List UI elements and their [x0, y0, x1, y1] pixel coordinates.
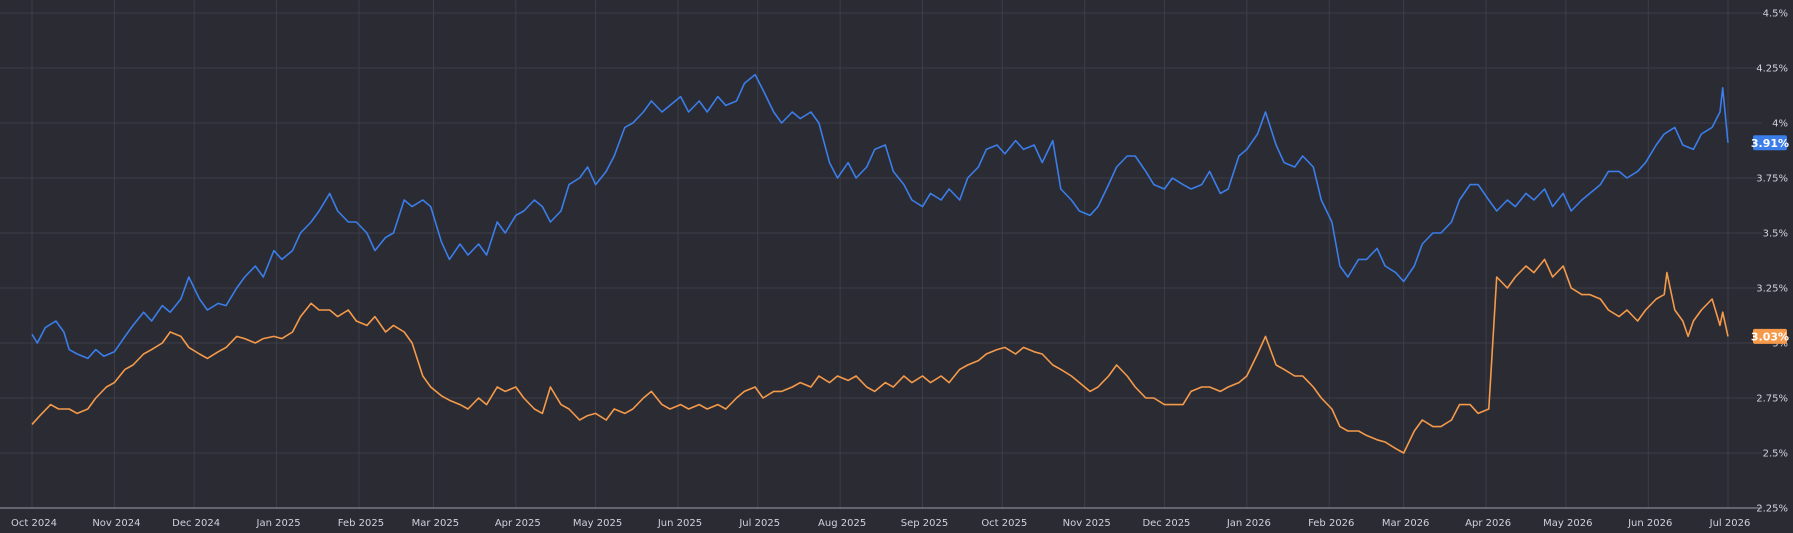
x-tick-label: Jul 2026 — [1709, 518, 1751, 529]
last-value-label: 3.03% — [1751, 330, 1789, 343]
x-tick-label: Oct 2024 — [11, 518, 57, 529]
x-tick-label: May 2025 — [573, 518, 622, 529]
y-tick-label: 4.5% — [1763, 9, 1788, 20]
y-tick-label: 4.25% — [1756, 64, 1788, 75]
x-tick-label: Oct 2025 — [981, 518, 1027, 529]
x-tick-label: Jan 2026 — [1226, 518, 1271, 529]
line-chart: 2.25%2.5%2.75%3%3.25%3.5%3.75%4%4.25%4.5… — [0, 0, 1793, 533]
x-tick-label: Aug 2025 — [818, 518, 866, 529]
last-value-label: 3.91% — [1751, 137, 1789, 150]
x-tick-label: Apr 2026 — [1465, 518, 1511, 529]
x-tick-label: Nov 2024 — [92, 518, 140, 529]
x-tick-label: Apr 2025 — [495, 518, 541, 529]
y-tick-label: 3.25% — [1756, 284, 1788, 295]
x-tick-label: Jan 2025 — [256, 518, 301, 529]
y-tick-label: 3.5% — [1763, 229, 1788, 240]
x-tick-label: Jun 2026 — [1627, 518, 1672, 529]
x-tick-label: Jun 2025 — [657, 518, 702, 529]
x-tick-label: Feb 2025 — [338, 518, 384, 529]
y-tick-label: 4% — [1772, 119, 1788, 130]
x-tick-label: Sep 2025 — [901, 518, 948, 529]
x-tick-label: Mar 2026 — [1382, 518, 1430, 529]
y-tick-label: 2.25% — [1756, 504, 1788, 515]
x-tick-label: Mar 2025 — [412, 518, 460, 529]
y-tick-label: 2.75% — [1756, 394, 1788, 405]
x-tick-label: Dec 2024 — [172, 518, 220, 529]
x-tick-label: Nov 2025 — [1063, 518, 1111, 529]
x-tick-label: Dec 2025 — [1142, 518, 1190, 529]
x-tick-label: May 2026 — [1543, 518, 1592, 529]
x-tick-label: Jul 2025 — [738, 518, 780, 529]
y-tick-label: 3.75% — [1756, 174, 1788, 185]
x-tick-label: Feb 2026 — [1308, 518, 1354, 529]
y-tick-label: 2.5% — [1763, 449, 1788, 460]
